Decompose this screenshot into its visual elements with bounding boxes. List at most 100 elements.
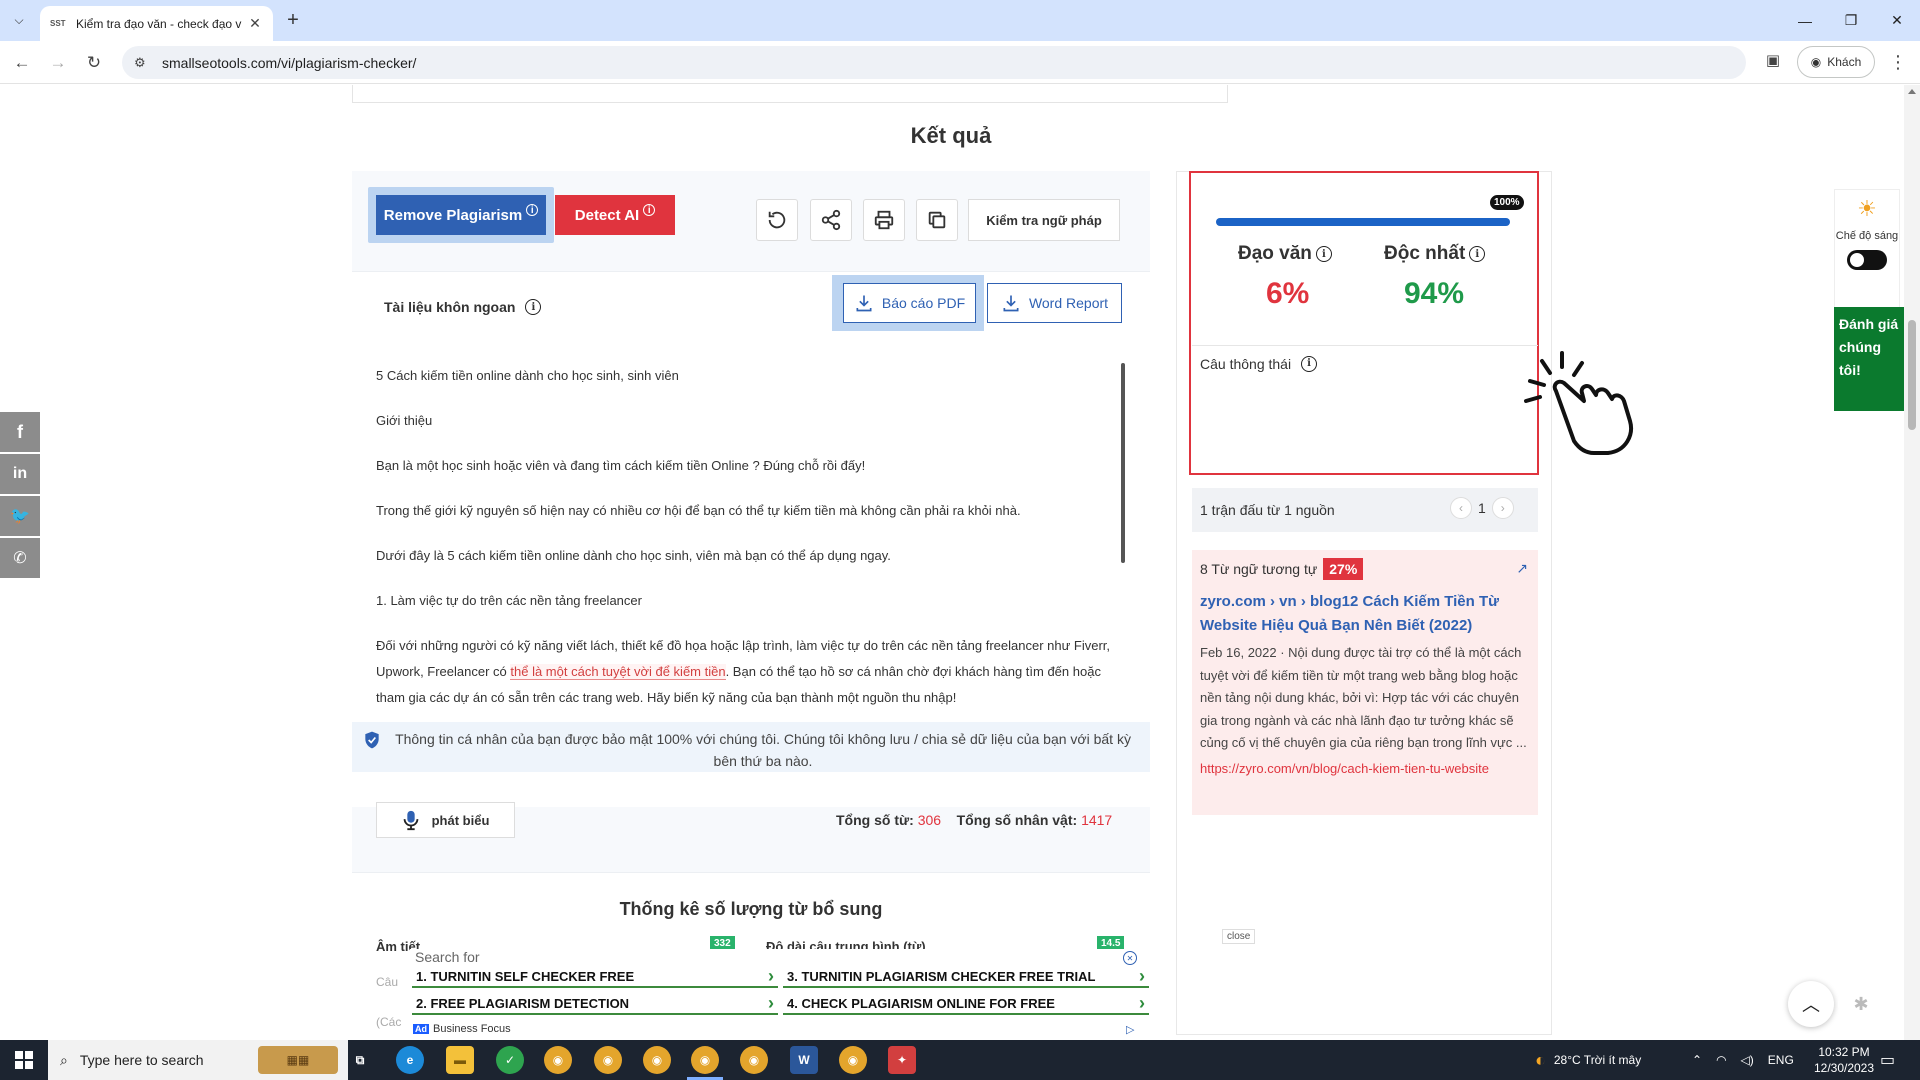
plagiarism-value: 6% [1266,277,1310,310]
ad-close-icon[interactable]: ✕ [1123,951,1137,965]
tab-search-button[interactable]: ⌵ [8,9,30,31]
profile-button[interactable]: ◉ Khách [1797,46,1875,78]
window-minimize-button[interactable]: — [1782,0,1828,41]
page-scrollbar[interactable] [1904,85,1920,1040]
speak-button[interactable]: phát biểu [376,802,515,838]
word-report-button[interactable]: Word Report [987,283,1122,323]
clock[interactable]: 10:32 PM 12/30/2023 [1808,1040,1880,1080]
windows-logo-icon [15,1051,33,1069]
info-icon[interactable]: i [1469,246,1486,262]
weather-widget[interactable]: ◐ 28°C Trời ít mây [1535,1040,1641,1080]
language-indicator[interactable]: ENG [1768,1053,1794,1067]
file-explorer-icon[interactable]: ▬ [446,1046,474,1074]
chevron-right-icon: › [1139,992,1145,1013]
microphone-icon [403,810,418,831]
bug-report-button[interactable]: ✱ [1838,981,1884,1027]
chrome-icon[interactable]: ◉ [544,1046,572,1074]
clock-date: 12/30/2023 [1813,1061,1875,1075]
notification-icon[interactable]: ▭ [1880,1040,1895,1080]
back-arrow-icon[interactable]: ← [8,49,36,77]
print-button[interactable] [863,199,905,241]
new-tab-button[interactable]: + [282,9,304,31]
facebook-share-icon[interactable]: f [0,412,40,452]
light-mode-toggle[interactable] [1847,250,1887,270]
scroll-to-top-button[interactable]: ︿ [1788,981,1834,1027]
whatsapp-share-icon[interactable]: ✆ [0,538,40,578]
grammar-check-button[interactable]: Kiểm tra ngữ pháp [968,199,1120,241]
ad-link[interactable]: 4. CHECK PLAGIARISM ONLINE FOR FREE › [783,993,1149,1015]
search-highlight-icon: ▦▦ [258,1046,338,1074]
rate-us-button[interactable]: Đánh giá chúng tôi! [1834,307,1904,411]
sun-icon: ☀ [1857,196,1877,221]
similarity-badge: 27% [1323,558,1364,580]
document-text[interactable]: 5 Cách kiếm tiền online dành cho học sin… [376,363,1116,730]
browser-menu-icon[interactable]: ⋮ [1888,51,1908,73]
share-button[interactable] [810,199,852,241]
info-icon[interactable]: i [1301,355,1318,372]
edge-icon[interactable]: e [396,1046,424,1074]
total-words-value: 306 [917,812,942,828]
ad-link[interactable]: 2. FREE PLAGIARISM DETECTION › [412,993,778,1015]
next-match-button[interactable]: › [1491,497,1514,519]
ad-tag: Ad [413,1024,429,1034]
ad-choices-icon[interactable]: ▷ [1126,1023,1134,1036]
browser-tab-bar: ⌵ SST Kiểm tra đạo văn - check đạo v ✕ +… [0,0,1920,41]
source-url-link[interactable]: https://zyro.com/vn/blog/cach-kiem-tien-… [1200,761,1530,776]
window-close-button[interactable]: ✕ [1874,0,1920,41]
info-icon[interactable]: i [525,299,542,315]
taskbar-search-placeholder: Type here to search [79,1052,204,1068]
address-bar[interactable]: ⚙ smallseotools.com/vi/plagiarism-checke… [122,46,1746,79]
side-panel-icon[interactable]: ▣ [1762,51,1784,73]
document-scrollbar[interactable] [1121,363,1125,563]
chrome-active-icon[interactable]: ◉ [691,1046,719,1074]
prev-match-button[interactable]: ‹ [1450,497,1472,519]
restart-button[interactable] [756,199,798,241]
document-label: Tài liệu khôn ngoan [384,299,516,315]
chrome-icon[interactable]: ◉ [643,1046,671,1074]
linkedin-share-icon[interactable]: in [0,454,40,494]
unique-metric-label: Độc nhất i [1384,243,1486,265]
paragraph: Trong thế giới kỹ nguyên số hiện nay có … [376,503,1021,518]
twitter-share-icon[interactable]: 🐦 [0,496,40,536]
ad-close-button[interactable]: close [1222,929,1256,944]
site-info-icon[interactable]: ⚙ [134,55,156,71]
wifi-icon[interactable]: ◠ [1716,1053,1726,1067]
chrome-icon[interactable]: ◉ [594,1046,622,1074]
copy-button[interactable] [916,199,958,241]
page-scrollbar-thumb[interactable] [1908,320,1916,430]
smart-sentence-row[interactable]: Câu thông thái i [1192,345,1538,381]
chrome-icon[interactable]: ◉ [839,1046,867,1074]
chevron-up-icon[interactable]: ⌃ [1692,1053,1702,1067]
browser-tab-active[interactable]: SST Kiểm tra đạo văn - check đạo v ✕ [40,6,273,41]
scroll-up-arrow-icon[interactable] [1908,89,1916,94]
ad-search-for: Search for [415,949,480,965]
smart-sentence-label: Câu thông thái [1200,355,1292,372]
reload-icon[interactable]: ↻ [80,49,108,77]
app-red-icon[interactable]: ✦ [888,1046,916,1074]
tab-close-icon[interactable]: ✕ [247,15,263,32]
plagiarism-highlight[interactable]: thể là một cách tuyệt vời để kiếm tiền [510,664,726,680]
remove-plagiarism-button[interactable]: Remove Plagiarism i [376,195,546,235]
ad-link[interactable]: 1. TURNITIN SELF CHECKER FREE › [412,966,778,988]
forward-arrow-icon[interactable]: → [44,49,72,77]
info-icon[interactable]: i [526,204,539,216]
window-restore-button[interactable]: ❐ [1828,0,1874,41]
app-green-icon[interactable]: ✓ [496,1046,524,1074]
external-link-icon[interactable]: ↗ [1516,560,1528,577]
windows-start-button[interactable] [0,1040,48,1080]
info-icon[interactable]: i [643,204,656,216]
detect-ai-button[interactable]: Detect AI i [555,195,675,235]
source-match-card: 8 Từ ngữ tương tự 27% ↗ zyro.com › vn › … [1192,550,1538,815]
source-title-link[interactable]: zyro.com › vn › blog12 Cách Kiếm Tiền Từ… [1200,590,1530,638]
pdf-report-button[interactable]: Báo cáo PDF [843,283,976,323]
word-icon[interactable]: W [790,1046,818,1074]
total-chars-value: 1417 [1081,812,1113,828]
task-view-icon[interactable]: ⧉ [346,1046,374,1074]
volume-icon[interactable]: ◁) [1741,1053,1754,1067]
info-icon[interactable]: i [1315,246,1332,262]
page-number: 1 [1478,500,1486,516]
chrome-icon[interactable]: ◉ [740,1046,768,1074]
ad-link-label: 2. FREE PLAGIARISM DETECTION [416,995,630,1011]
ad-link[interactable]: 3. TURNITIN PLAGIARISM CHECKER FREE TRIA… [783,966,1149,988]
total-chars-label: Tổng số nhân vật: [956,812,1078,828]
